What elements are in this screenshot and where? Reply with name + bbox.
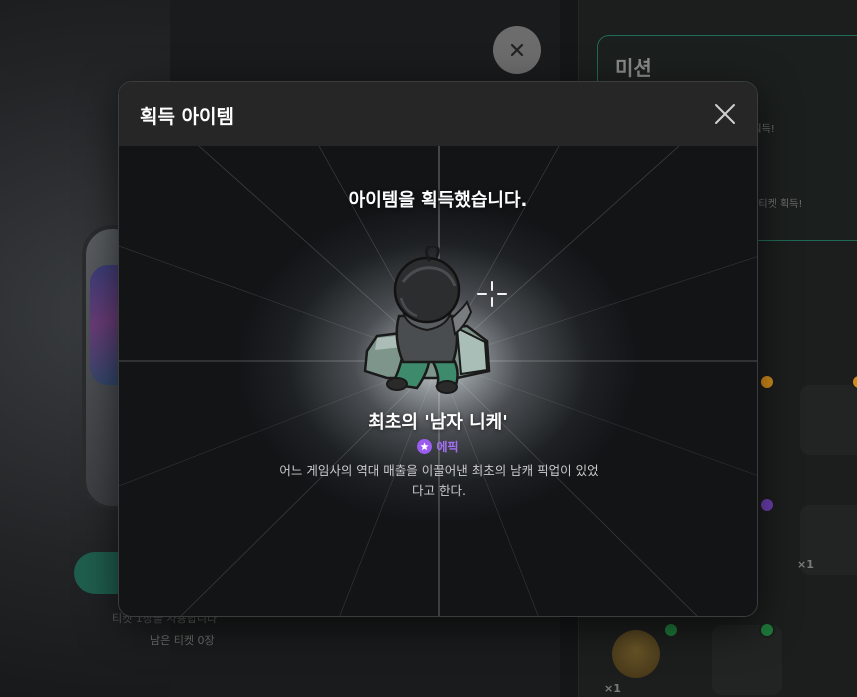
item-acquired-modal: 획득 아이템 아이템을 획득했습니다. 최초의 '남자 니케' 에픽 어느 게임…	[118, 81, 758, 617]
close-icon	[715, 104, 735, 124]
sparkle-icon	[477, 281, 507, 307]
item-name: 최초의 '남자 니케'	[368, 412, 508, 433]
acquired-headline: 아이템을 획득했습니다.	[348, 190, 528, 211]
character-illustration	[363, 246, 507, 394]
confirm-button[interactable]: 확인	[339, 616, 539, 617]
star-badge-icon	[417, 439, 433, 454]
modal-body: 아이템을 획득했습니다. 최초의 '남자 니케' 에픽 어느 게임사의 역대 매…	[119, 146, 757, 617]
modal-title: 획득 아이템	[140, 106, 235, 128]
modal-header: 획득 아이템	[119, 82, 757, 146]
rarity-row: 에픽	[119, 438, 757, 455]
modal-close-button[interactable]	[711, 100, 739, 128]
item-description: 어느 게임사의 역대 매출을 이끌어낸 최초의 남캐 픽업이 있었다고 한다.	[279, 463, 599, 498]
rarity-label: 에픽	[436, 440, 459, 454]
